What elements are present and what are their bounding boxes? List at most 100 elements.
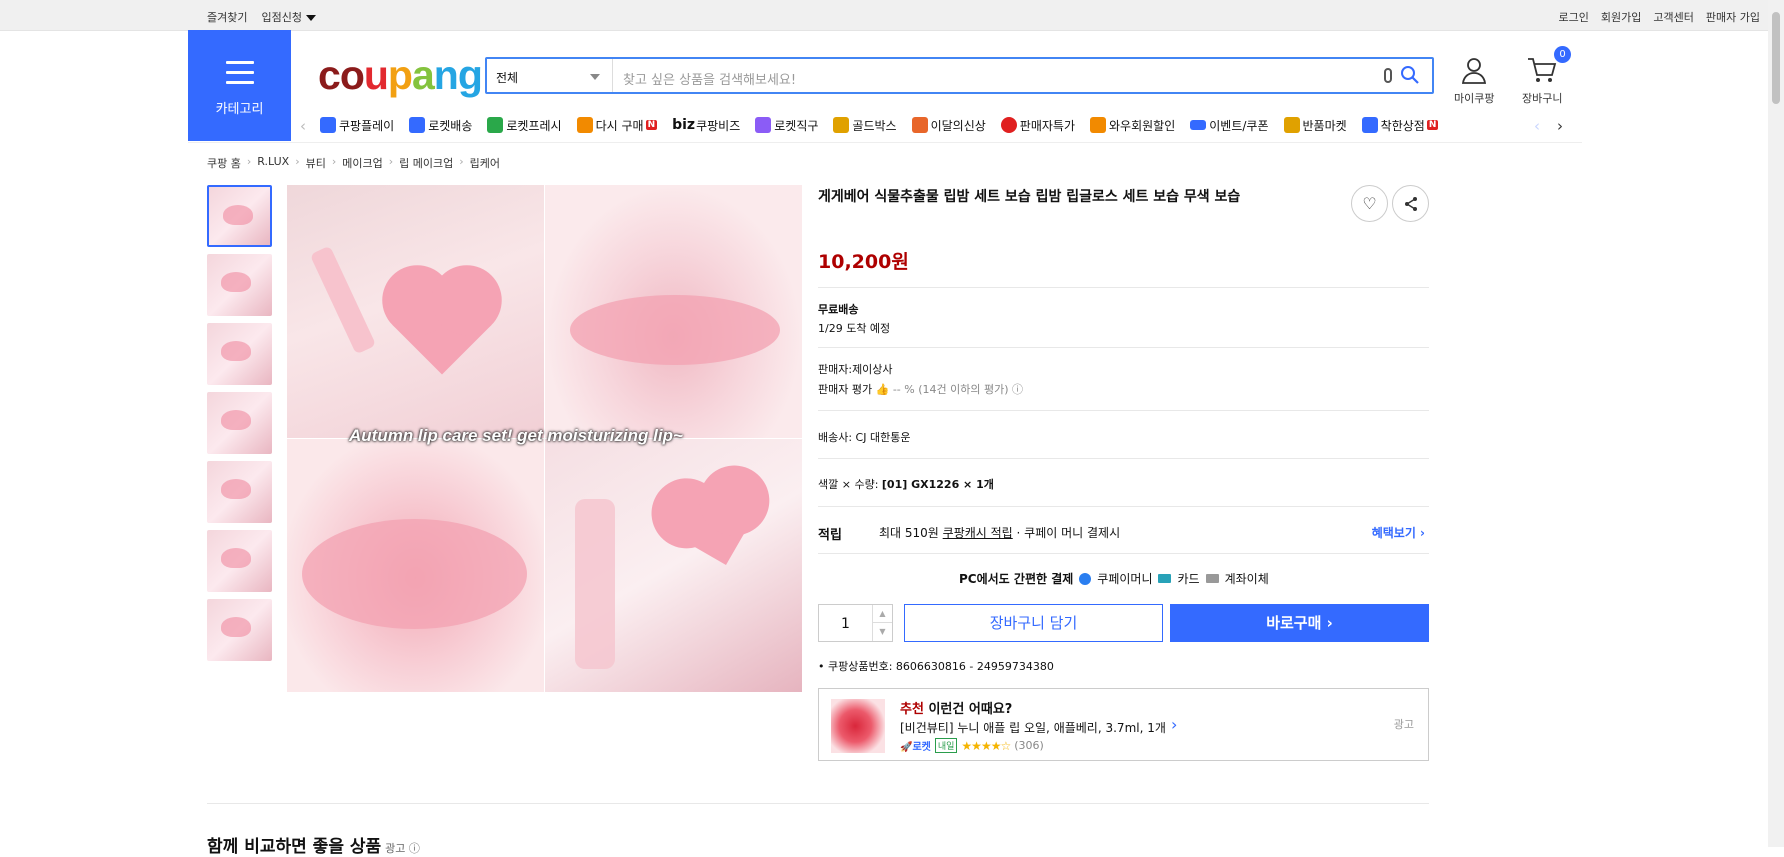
seller-apply-label: 입점신청 [261,11,302,24]
nav-item-rocketfresh[interactable]: 로켓프레시 [487,114,562,136]
nav-label: 로켓배송 [428,118,473,133]
pay-method-card: 카드 [1177,572,1200,586]
search-bar: 전체 찾고 싶은 상품을 검색해보세요! [485,57,1434,94]
breadcrumb-lip-makeup[interactable]: 립 메이크업 [399,155,453,171]
recommendation-title-rest: 이런건 어때요? [923,702,1013,717]
share-button[interactable] [1392,185,1429,222]
lips-shape [570,295,780,365]
breadcrumb-separator: › [295,155,300,168]
customer-center-link[interactable]: 고객센터 [1653,9,1693,25]
buy-now-button[interactable]: 바로구매 › [1170,604,1429,642]
reward-amount: 최대 510원 [879,526,939,540]
nav-item-wow-discount[interactable]: 와우회원할인 [1090,114,1175,136]
quantity-increase-button[interactable]: ▲ [872,605,892,623]
seller-name[interactable]: 판매자:제이상사 [818,361,893,377]
breadcrumb: 쿠팡 홈 › R.LUX › 뷰티 › 메이크업 › 립 메이크업 › 립케어 [207,155,500,171]
product-number: • 쿠팡상품번호: 8606630816 - 24959734380 [818,660,1054,673]
biz-logo: biz [672,117,696,133]
microphone-icon[interactable] [1384,68,1392,83]
product-thumbnail[interactable] [207,392,272,454]
nav-label: 판매자특가 [1019,118,1075,133]
section-divider [207,803,1429,804]
caret-down-icon [305,15,316,21]
product-price: 10,200원 [818,251,909,273]
divider [818,458,1429,459]
product-thumbnail[interactable] [207,185,272,247]
seller-apply-menu[interactable]: 입점신청 [261,9,316,25]
breadcrumb-makeup[interactable]: 메이크업 [342,155,382,171]
divider [818,506,1429,507]
breadcrumb-beauty[interactable]: 뷰티 [306,155,326,171]
nav-prev-arrow[interactable]: ‹ [300,117,306,135]
rocket-badge: 🚀로켓 [900,742,931,753]
page-scrollbar[interactable] [1768,0,1784,847]
category-menu-button[interactable]: 카테고리 [188,30,291,141]
nav-item-goldbox[interactable]: 골드박스 [833,114,897,136]
chevron-right-icon[interactable]: › [1171,715,1177,734]
nav-item-return-market[interactable]: 반품마켓 [1283,114,1347,136]
add-to-cart-button[interactable]: 장바구니 담기 [904,604,1163,642]
nav-label: 쿠팡비즈 [696,118,741,133]
tomorrow-badge: 내일 [934,738,958,753]
nav-item-events[interactable]: 이벤트/쿠폰 [1190,114,1269,136]
quantity-stepper[interactable]: 1 ▲ ▼ [818,604,893,642]
nav-prev-arrow-right[interactable]: ‹ [1534,117,1540,135]
wishlist-button[interactable]: ♡ [1351,185,1388,222]
bookmark-link[interactable]: 즐겨찾기 [207,9,247,25]
search-input[interactable]: 찾고 싶은 상품을 검색해보세요! [623,69,796,88]
shopping-bag-icon [911,117,928,133]
coupang-cash-link[interactable]: 쿠팡캐시 적립 [943,526,1013,540]
product-thumbnail[interactable] [207,599,272,661]
nav-item-new-arrivals[interactable]: 이달의신상 [911,114,986,136]
nav-label: 착한상점 [1380,118,1425,133]
nav-item-biz[interactable]: biz 쿠팡비즈 [672,114,740,136]
seller-rating: 판매자 평가 👍 -- % (14건 이하의 평가) ⓘ [818,381,1023,397]
pc-payment-info: PC에서도 간편한 결제 쿠페이머니 카드 계좌이체 [959,570,1269,587]
quantity-value[interactable]: 1 [841,616,850,632]
breadcrumb-separator: › [459,155,464,168]
breadcrumb-separator: › [388,155,394,168]
cart-label: 장바구니 [1522,92,1563,105]
product-main-image[interactable]: Autumn lip care set! get moisturizing li… [287,185,802,692]
cart-button[interactable]: 장바구니 [1522,55,1562,106]
thumbs-up-icon: 👍 [875,383,890,396]
nav-item-seller-deals[interactable]: 판매자특가 [1000,114,1075,136]
divider [818,410,1429,411]
scrollbar-thumb[interactable] [1772,12,1780,104]
seller-signup-link[interactable]: 판매자 가입 [1706,9,1760,25]
rating-stars: ★★★★☆ [961,738,1011,753]
search-scope-select[interactable]: 전체 [487,59,613,92]
market-icon [1283,117,1300,133]
breadcrumb-brand[interactable]: R.LUX [257,155,289,171]
product-thumbnail[interactable] [207,530,272,592]
product-thumbnail[interactable] [207,461,272,523]
quantity-decrease-button[interactable]: ▼ [872,623,892,641]
nav-item-coupangplay[interactable]: 쿠팡플레이 [320,114,394,136]
nav-item-rocket-direct[interactable]: 로켓직구 [755,114,818,136]
breadcrumb-home[interactable]: 쿠팡 홈 [207,155,241,171]
chevron-down-icon [590,74,600,80]
signup-link[interactable]: 회원가입 [1601,9,1641,25]
product-thumbnail[interactable] [207,254,272,316]
login-link[interactable]: 로그인 [1559,9,1589,25]
reward-condition: · 쿠페이 머니 결제시 [1012,526,1121,540]
breadcrumb-lip-care[interactable]: 립케어 [470,155,500,171]
pay-method-coupay: 쿠페이머니 [1097,572,1153,586]
compare-section-title: 함께 비교하면 좋을 상품 광고 ⓘ [207,832,420,857]
recommendation-product-name[interactable]: [비건뷰티] 누니 애플 립 오일, 애플베리, 3.7ml, 1개 [900,719,1166,736]
info-icon[interactable]: ⓘ [1012,383,1023,396]
nav-label: 로켓프레시 [506,118,562,133]
nav-item-rocket[interactable]: 로켓배송 [409,114,472,136]
product-title: 게게베어 식물추출물 립밤 세트 보습 립밤 립글로스 세트 보습 무색 보습 [818,189,1241,205]
recommendation-title: 추천 이런건 어때요? [900,698,1012,717]
nav-item-good-store[interactable]: 착한상점 N [1361,114,1439,136]
nav-next-arrow[interactable]: › [1557,117,1563,135]
recommendation-ad[interactable]: 추천 이런건 어때요? [비건뷰티] 누니 애플 립 오일, 애플베리, 3.7… [818,688,1429,761]
recommendation-image[interactable] [831,699,885,753]
search-icon[interactable] [1400,65,1420,88]
mycoupang-button[interactable]: 마이쿠팡 [1454,55,1494,106]
benefits-link[interactable]: 혜택보기 › [1372,524,1425,541]
coupang-logo[interactable]: coupang [318,52,483,99]
product-thumbnail[interactable] [207,323,272,385]
nav-item-rebuy[interactable]: 다시 구매 N [576,114,658,136]
